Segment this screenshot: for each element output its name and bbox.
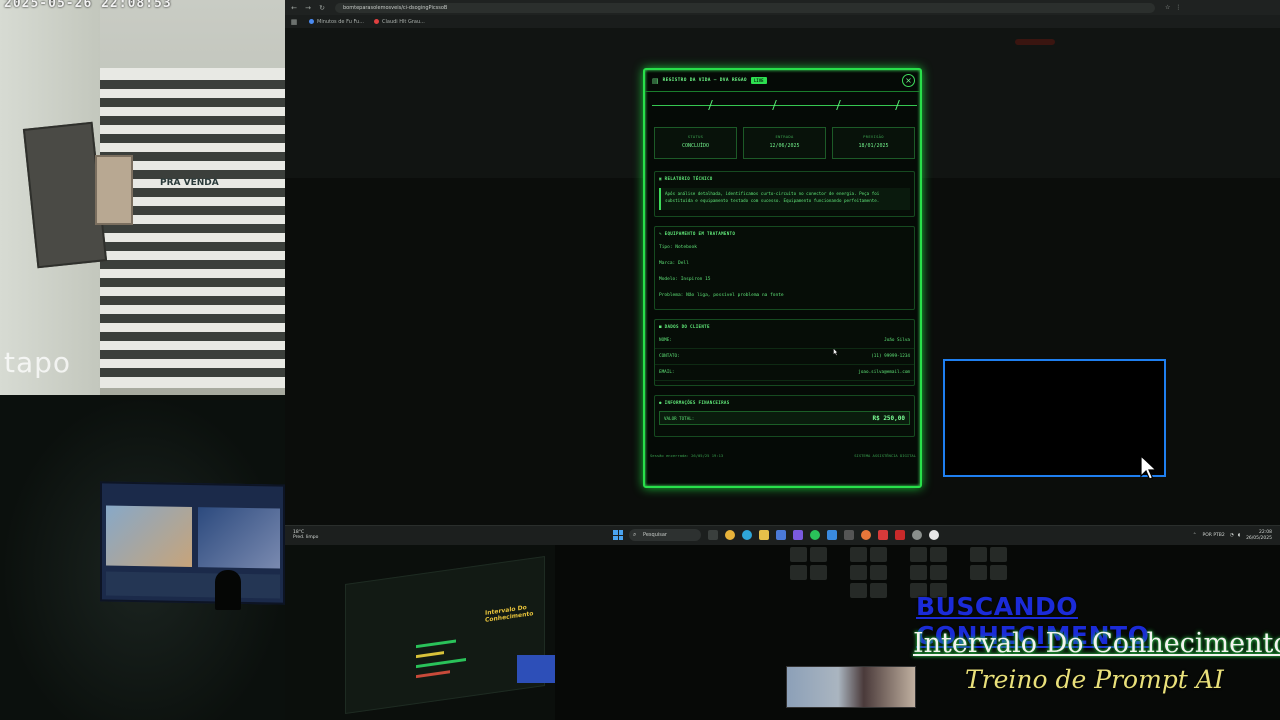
browser-toolbar: ← → ↻ bomteparasolemosveis/ci-dsogingPic… — [285, 0, 1280, 15]
edge-icon[interactable] — [742, 530, 752, 540]
modal-title: REGISTRO DA VIDA — DVA REGAO — [662, 78, 747, 83]
reload-icon[interactable]: ↻ — [317, 4, 327, 12]
studio-screen — [345, 555, 545, 715]
client-row: EMAIL: joao.silva@email.com — [655, 365, 914, 381]
room-camera — [0, 395, 285, 720]
selection-rectangle[interactable] — [943, 359, 1166, 477]
technical-report-section: ▣ RELATÓRIO TÉCNICO Após análise detalha… — [654, 171, 915, 217]
bookmarks-bar: ▦ Minutos de Fu Fu... Claudi Hlt Grau... — [285, 15, 1280, 28]
camera-logo: tapo — [4, 346, 72, 379]
chrome-icon[interactable] — [725, 530, 735, 540]
screen: PRA VENDA 2025-05-26 22:08:53 tapo Inter… — [0, 0, 1280, 720]
search-icon: ⌕ — [633, 531, 637, 538]
address-bar[interactable]: bomteparasolemosveis/ci-dsogingPicssoB — [335, 2, 1155, 13]
room-monitor — [100, 481, 285, 605]
firefox-icon[interactable] — [861, 530, 871, 540]
forecast-date-label: PREVISÃO — [863, 134, 884, 139]
equipment-section: ✎ EQUIPAMENTO EM TRATAMENTO Tipo: Notebo… — [654, 226, 915, 310]
camera-timestamp: 2025-05-26 22:08:53 — [4, 0, 172, 11]
client-title: ■ DADOS DO CLIENTE — [659, 324, 710, 329]
whatsapp-icon[interactable] — [810, 530, 820, 540]
client-section: ■ DADOS DO CLIENTE NOME: João Silva CONTA… — [654, 319, 915, 386]
equipment-row: Modelo: Inspiron 15 — [659, 277, 711, 282]
client-row: NOME: João Silva — [655, 333, 914, 349]
entry-date-value: 12/06/2025 — [769, 143, 800, 149]
total-label: VALOR TOTAL: — [664, 415, 695, 421]
tray-lang[interactable]: POR PTB2 — [1203, 533, 1225, 538]
weather-desc: Pred. limpo — [293, 535, 319, 540]
back-icon[interactable]: ← — [289, 4, 299, 12]
apps-icon[interactable]: ▦ — [289, 18, 299, 26]
store-icon[interactable] — [776, 530, 786, 540]
close-icon[interactable]: × — [902, 74, 915, 87]
status-cards: STATUS CONCLUÍDO ENTRADA 12/06/2025 PREV… — [654, 127, 915, 159]
equipment-row: Marca: Dell — [659, 261, 689, 266]
taskbar-clock[interactable]: 22:08 26/05/2025 — [1246, 530, 1272, 541]
bookmark-1[interactable]: Minutos de Fu Fu... — [309, 19, 364, 25]
browser-actions-icon[interactable]: ☆⋮ — [1165, 4, 1186, 11]
camera-shutter — [100, 68, 285, 388]
taskbar-search[interactable]: ⌕ Pesquisar — [629, 529, 701, 541]
service-order-modal: ▤ REGISTRO DA VIDA — DVA REGAO LIVE × ST… — [643, 68, 922, 488]
modal-header: ▤ REGISTRO DA VIDA — DVA REGAO LIVE × — [645, 70, 920, 92]
footer-system: SISTEMA ASSISTÊNCIA DIGITAL — [854, 453, 916, 458]
system-tray: ⌃ POR PTB2 ◔ ◖ 22:08 26/05/2025 — [1193, 530, 1272, 541]
status-card-value: CONCLUÍDO — [681, 143, 710, 149]
overlay-subtitle: Intervalo Do Conhecimento — [913, 628, 1280, 659]
discord-icon[interactable] — [793, 530, 803, 540]
equipment-row: Tipo: Notebook — [659, 245, 697, 250]
entry-date-card: ENTRADA 12/06/2025 — [743, 127, 826, 159]
search-placeholder: Pesquisar — [643, 532, 667, 538]
mail-icon[interactable] — [827, 530, 837, 540]
taskbar-apps: ⌕ Pesquisar — [613, 529, 939, 541]
meter-box — [95, 155, 133, 225]
overlay-tagline: Treino de Prompt AI — [965, 665, 1224, 694]
settings-icon[interactable] — [912, 530, 922, 540]
wifi-icon[interactable]: ◔ — [1230, 533, 1234, 538]
windows-taskbar: 18°C Pred. limpo ⌕ Pesquisar ⌃ POR PTB2 … — [285, 525, 1280, 545]
tray-chevron-icon[interactable]: ⌃ — [1193, 533, 1197, 538]
clock-date: 26/05/2025 — [1246, 535, 1272, 541]
total-value: R$ 250,00 — [872, 414, 905, 422]
pdf-icon[interactable] — [895, 530, 905, 540]
room-person-silhouette — [215, 570, 241, 610]
mouse-cursor-icon — [1140, 455, 1158, 480]
explorer-icon[interactable] — [759, 530, 769, 540]
terminal-icon[interactable] — [844, 530, 854, 540]
footer-session: Sessão encerrada: 26/05/25 19:13 — [650, 453, 724, 458]
weather-widget[interactable]: 18°C Pred. limpo — [293, 530, 318, 540]
client-row: CONTATO: (11) 99999-1234 — [655, 349, 914, 365]
task-view-icon[interactable] — [708, 530, 718, 540]
modal-footer: Sessão encerrada: 26/05/25 19:13 SISTEMA… — [650, 453, 916, 458]
entry-date-label: ENTRADA — [775, 134, 794, 139]
studio-blue-panel — [517, 655, 555, 683]
report-text: Após análise detalhada, identificamos cu… — [659, 188, 910, 210]
camera-feed: PRA VENDA 2025-05-26 22:08:53 tapo — [0, 0, 285, 395]
live-badge: LIVE — [750, 77, 767, 84]
equipment-row: Problema: Não liga, possível problema na… — [659, 293, 784, 298]
start-icon[interactable] — [613, 530, 623, 540]
progress-track — [652, 100, 917, 110]
app-red-icon[interactable] — [878, 530, 888, 540]
pip-thumbnail — [786, 666, 916, 708]
finance-section: ● INFORMAÇÕES FINANCEIRAS VALOR TOTAL: R… — [654, 395, 915, 437]
forward-icon[interactable]: → — [303, 4, 313, 12]
bookmark-2[interactable]: Claudi Hlt Grau... — [374, 19, 425, 25]
document-icon: ▤ — [652, 76, 659, 85]
total-value-row: VALOR TOTAL: R$ 250,00 — [659, 411, 910, 425]
status-card: STATUS CONCLUÍDO — [654, 127, 737, 159]
volume-icon[interactable]: ◖ — [1238, 533, 1240, 538]
small-cursor-icon — [833, 348, 838, 356]
finance-title: ● INFORMAÇÕES FINANCEIRAS — [659, 400, 730, 405]
forecast-date-value: 18/01/2025 — [858, 143, 889, 149]
forecast-date-card: PREVISÃO 18/01/2025 — [832, 127, 915, 159]
report-title: ▣ RELATÓRIO TÉCNICO — [659, 176, 713, 181]
camera-sign: PRA VENDA — [160, 178, 219, 188]
studio-camera: Intervalo Do Conhecimento — [285, 545, 555, 720]
page-ghost-button — [1015, 39, 1055, 45]
equipment-title: ✎ EQUIPAMENTO EM TRATAMENTO — [659, 231, 736, 236]
obs-icon[interactable] — [929, 530, 939, 540]
status-card-label: STATUS — [687, 134, 704, 139]
